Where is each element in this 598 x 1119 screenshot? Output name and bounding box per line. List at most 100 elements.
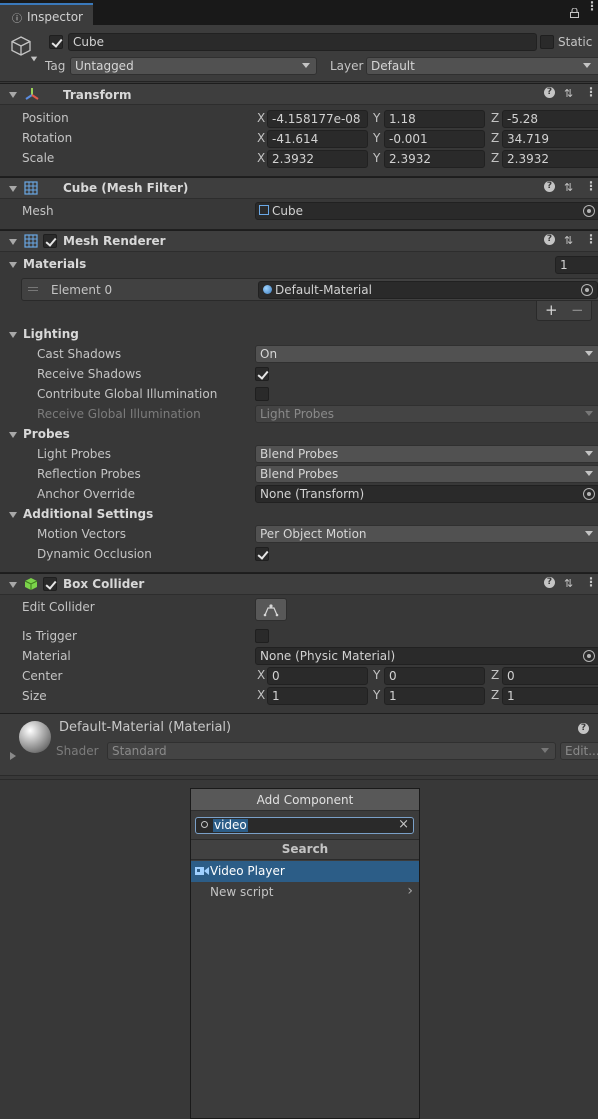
enabled-checkbox[interactable] [43, 234, 57, 248]
is-trigger-checkbox[interactable] [255, 629, 269, 643]
transform-x-field[interactable]: -41.614 [267, 130, 368, 148]
transform-y-field[interactable]: -0.001 [384, 130, 485, 148]
transform-x-field[interactable]: -4.158177e-08 [267, 110, 368, 128]
size-x-field[interactable]: 1 [267, 687, 368, 705]
light-probes-dropdown[interactable]: Blend Probes [255, 445, 598, 463]
center-z-field[interactable]: 0 [502, 667, 598, 685]
mesh-filter-header[interactable]: Cube (Mesh Filter) ? ⇅ ⋮ [0, 177, 598, 199]
anchor-override-field[interactable]: None (Transform) [255, 485, 598, 503]
anchor-override-label: Anchor Override [37, 487, 136, 501]
presets-icon[interactable]: ⇅ [564, 87, 573, 100]
axis-y-label[interactable]: Y [373, 131, 380, 145]
additional-foldout-arrow-icon[interactable] [9, 512, 17, 518]
transform-y-field[interactable]: 2.3932 [384, 150, 485, 168]
dynamic-occlusion-checkbox[interactable] [255, 547, 269, 561]
probes-foldout-arrow-icon[interactable] [9, 432, 17, 438]
help-icon[interactable]: ? [578, 723, 589, 734]
presets-icon[interactable]: ⇅ [564, 577, 573, 590]
transform-z-field[interactable]: 2.3932 [502, 150, 598, 168]
axis-x-label[interactable]: X [257, 668, 265, 682]
help-icon[interactable]: ? [544, 87, 555, 98]
axis-y-label[interactable]: Y [373, 111, 380, 125]
object-picker-icon[interactable] [583, 650, 595, 662]
transform-y-field[interactable]: 1.18 [384, 110, 485, 128]
foldout-arrow-icon[interactable] [9, 186, 17, 192]
contribute-gi-checkbox[interactable] [255, 387, 269, 401]
axis-z-label[interactable]: Z [491, 668, 499, 682]
receive-shadows-checkbox[interactable] [255, 367, 269, 381]
context-menu-icon[interactable]: ⋮ [585, 576, 597, 588]
remove-element-button[interactable]: − [571, 301, 584, 319]
help-icon[interactable]: ? [544, 577, 555, 588]
foldout-arrow-icon[interactable] [9, 239, 17, 245]
enabled-checkbox[interactable] [43, 577, 57, 591]
transform-z-field[interactable]: -5.28 [502, 110, 598, 128]
help-icon[interactable]: ? [544, 181, 555, 192]
center-y-field[interactable]: 0 [384, 667, 485, 685]
mesh-object-field[interactable]: Cube [255, 202, 598, 220]
foldout-arrow-icon[interactable] [9, 92, 17, 98]
help-icon[interactable]: ? [544, 234, 555, 245]
clear-search-icon[interactable]: × [398, 817, 409, 832]
transform-header[interactable]: Transform ? ⇅ ⋮ [0, 83, 598, 105]
kebab-menu-icon[interactable]: ⋮ [586, 0, 598, 12]
object-picker-icon[interactable] [581, 284, 593, 296]
collider-material-field[interactable]: None (Physic Material) [255, 647, 598, 665]
transform-z-field[interactable]: 34.719 [502, 130, 598, 148]
material-foldout-arrow-icon[interactable] [10, 752, 16, 760]
foldout-arrow-icon[interactable] [9, 582, 17, 588]
icon-dropdown-arrow-icon[interactable] [30, 56, 38, 62]
presets-icon[interactable]: ⇅ [564, 181, 573, 194]
axis-y-label[interactable]: Y [373, 688, 380, 702]
axis-z-label[interactable]: Z [491, 111, 499, 125]
axis-x-label[interactable]: X [257, 131, 265, 145]
lighting-foldout-arrow-icon[interactable] [9, 332, 17, 338]
search-input[interactable]: video × [195, 817, 414, 834]
material-title: Default-Material (Material) [59, 720, 232, 735]
axis-x-label[interactable]: X [257, 688, 265, 702]
cast-shadows-dropdown[interactable]: On [255, 345, 598, 363]
reflection-probes-dropdown[interactable]: Blend Probes [255, 465, 598, 483]
context-menu-icon[interactable]: ⋮ [585, 233, 597, 245]
motion-vectors-dropdown[interactable]: Per Object Motion [255, 525, 598, 543]
layer-dropdown[interactable]: Default [366, 57, 598, 75]
chevron-down-icon [585, 531, 593, 536]
edit-collider-button[interactable] [255, 598, 287, 621]
mesh-renderer-header[interactable]: Mesh Renderer ? ⇅ ⋮ [0, 230, 598, 252]
mesh-filter-icon [24, 181, 38, 198]
transform-x-field[interactable]: 2.3932 [267, 150, 368, 168]
materials-foldout-arrow-icon[interactable] [9, 262, 17, 268]
object-picker-icon[interactable] [583, 205, 595, 217]
axis-y-label[interactable]: Y [373, 151, 380, 165]
axis-y-label[interactable]: Y [373, 668, 380, 682]
materials-count-field[interactable]: 1 [555, 256, 598, 274]
axis-x-label[interactable]: X [257, 151, 265, 165]
context-menu-icon[interactable]: ⋮ [585, 86, 597, 98]
drag-handle-icon[interactable] [28, 287, 38, 291]
box-collider-header[interactable]: Box Collider ? ⇅ ⋮ [0, 573, 598, 595]
presets-icon[interactable]: ⇅ [564, 234, 573, 247]
tab-inspector[interactable]: ⓘ Inspector [0, 3, 93, 25]
active-checkbox[interactable] [49, 35, 63, 49]
edit-shader-button[interactable]: Edit... [560, 742, 598, 760]
axis-z-label[interactable]: Z [491, 151, 499, 165]
axis-x-label[interactable]: X [257, 111, 265, 125]
axis-z-label[interactable]: Z [491, 688, 499, 702]
component-header-icons: ? ⇅ ⋮ [544, 86, 597, 101]
center-x-field[interactable]: 0 [267, 667, 368, 685]
size-z-field[interactable]: 1 [502, 687, 598, 705]
object-name-field[interactable]: Cube [68, 33, 537, 51]
transform-icon [25, 87, 39, 104]
tag-dropdown[interactable]: Untagged [70, 57, 317, 75]
transform-row-label: Position [22, 111, 69, 125]
static-checkbox[interactable] [540, 35, 554, 49]
size-y-field[interactable]: 1 [384, 687, 485, 705]
material-object-field[interactable]: Default-Material [258, 281, 598, 299]
add-element-button[interactable]: + [545, 301, 558, 319]
lock-icon[interactable] [570, 7, 579, 18]
axis-z-label[interactable]: Z [491, 131, 499, 145]
object-picker-icon[interactable] [583, 488, 595, 500]
result-new-script[interactable]: New script › [191, 882, 419, 903]
context-menu-icon[interactable]: ⋮ [585, 180, 597, 192]
result-video-player[interactable]: Video Player [191, 861, 419, 882]
